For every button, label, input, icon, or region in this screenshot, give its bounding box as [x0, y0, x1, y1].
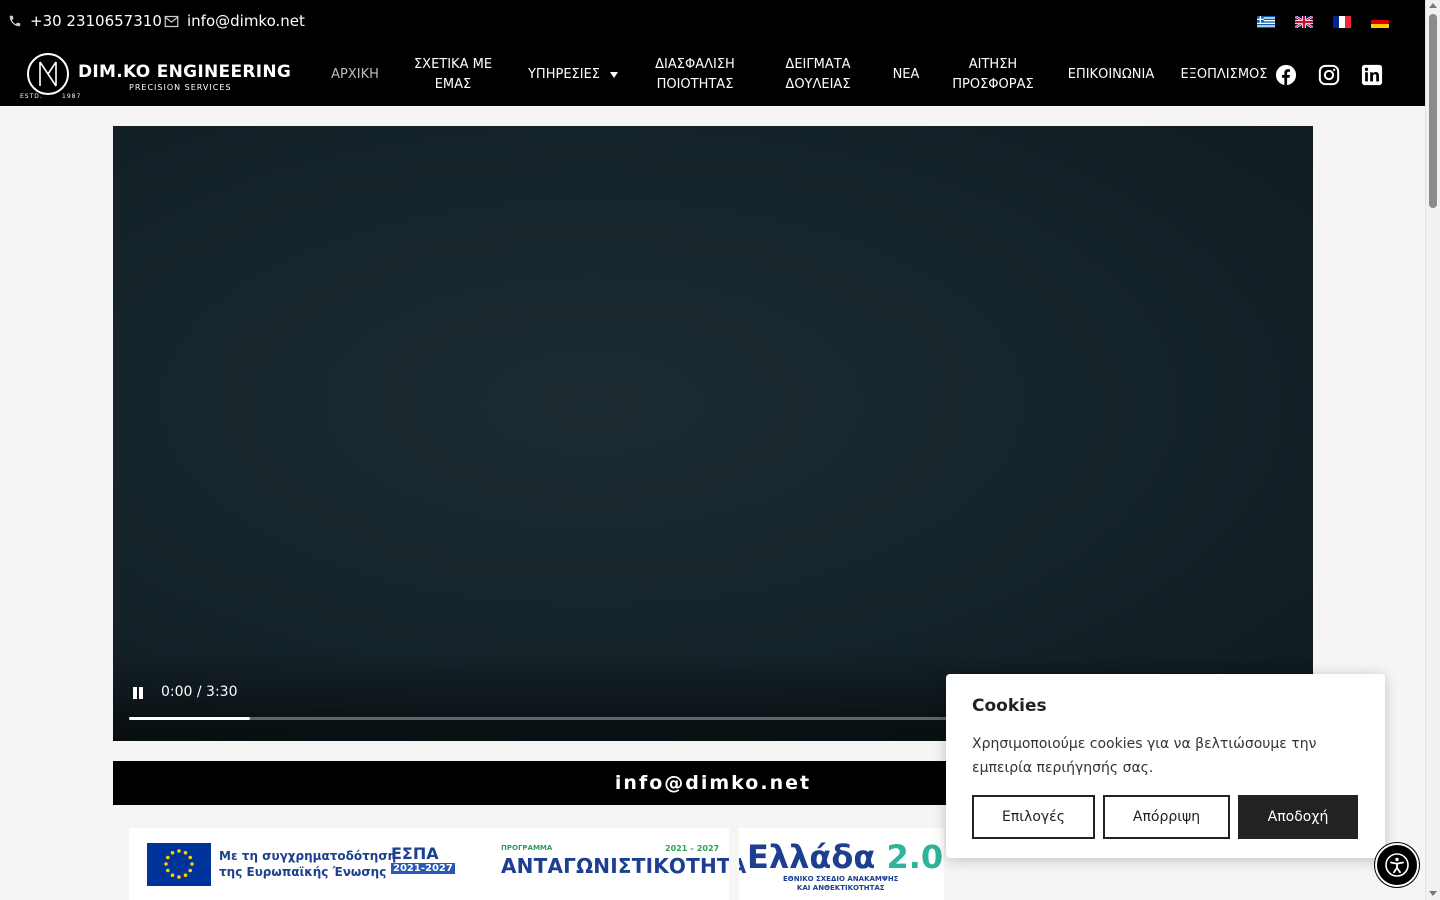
espa-title: ΕΣΠΑ	[391, 844, 439, 863]
cookie-reject-button[interactable]: Απόρριψη	[1103, 795, 1230, 839]
funding-banner: Με τη συγχρηματοδότηση της Ευρωπαϊκής Έν…	[129, 828, 944, 900]
facebook-icon[interactable]	[1275, 64, 1297, 86]
top-contact-bar: +30 2310657310 info@dimko.net	[0, 0, 1425, 44]
site-logo[interactable]: DIM.KO ENGINEERING PRECISION SERVICES ES…	[20, 50, 291, 100]
envelope-icon	[164, 15, 179, 27]
cookie-accept-button[interactable]: Αποδοχή	[1238, 795, 1358, 839]
page-scrollbar[interactable]	[1425, 0, 1440, 900]
video-progress-fill	[129, 717, 251, 720]
program-title: ΑΝΤΑΓΩΝΙΣΤΙΚΟΤΗΤΑ	[501, 854, 747, 878]
phone-number: +30 2310657310	[30, 12, 162, 30]
email-address: info@dimko.net	[187, 12, 305, 30]
flag-gr-icon[interactable]	[1257, 16, 1275, 28]
scroll-thumb[interactable]	[1429, 14, 1437, 208]
nav-item-home[interactable]: ΑΡΧΙΚΗ	[320, 44, 390, 106]
eu-cofunding-text: Με τη συγχρηματοδότηση της Ευρωπαϊκής Έν…	[219, 849, 397, 879]
email-link[interactable]: info@dimko.net	[164, 12, 305, 30]
instagram-icon[interactable]	[1318, 64, 1340, 86]
video-time: 0:00 / 3:30	[161, 684, 238, 700]
phone-link[interactable]: +30 2310657310	[8, 12, 162, 30]
ellada-logo-text: Ελλάδα 2.0	[747, 838, 944, 876]
cookie-title: Cookies	[972, 696, 1047, 716]
nav-item-news[interactable]: ΝΕΑ	[880, 44, 932, 106]
logo-year: 1987	[62, 93, 82, 100]
chevron-down-icon	[610, 72, 619, 78]
nav-item-quote[interactable]: ΑΙΤΗΣΗ ΠΡΟΣΦΟΡΑΣ	[940, 44, 1046, 106]
ellada-subtitle: ΕΘΝΙΚΟ ΣΧΕΔΙΟ ΑΝΑΚΑΜΨΗΣ ΚΑΙ ΑΝΘΕΚΤΙΚΟΤΗΤ…	[783, 875, 899, 892]
espa-years: 2021-2027	[391, 863, 455, 874]
cookie-message: Χρησιμοποιούμε cookies για να βελτιώσουμ…	[972, 736, 1317, 776]
nav-item-contact[interactable]: ΕΠΙΚΟΙΝΩΝΙΑ	[1060, 44, 1162, 106]
email-cta-text: info@dimko.net	[614, 772, 812, 794]
cookie-consent-dialog: Cookies Χρησιμοποιούμε cookies για να βε…	[946, 674, 1385, 858]
program-label: ΠΡΟΓΡΑΜΜΑ	[501, 844, 553, 852]
nav-item-services[interactable]: ΥΠΗΡΕΣΙΕΣ	[516, 44, 630, 106]
logo-mark-icon	[27, 53, 69, 95]
nav-item-samples[interactable]: ΔΕΙΓΜΑΤΑ ΔΟΥΛΕΙΑΣ	[770, 44, 866, 106]
flag-fr-icon[interactable]	[1333, 16, 1351, 28]
logo-estd: ESTD.	[20, 93, 43, 100]
logo-subtitle: PRECISION SERVICES	[129, 83, 232, 92]
eu-flag-icon	[147, 843, 211, 886]
flag-de-icon[interactable]	[1371, 16, 1389, 28]
accessibility-button[interactable]	[1375, 843, 1419, 887]
logo-title: DIM.KO ENGINEERING	[78, 62, 292, 82]
main-header: DIM.KO ENGINEERING PRECISION SERVICES ES…	[0, 44, 1425, 106]
pause-icon[interactable]	[131, 686, 145, 700]
nav-item-quality[interactable]: ΔΙΑΣΦΑΛΙΣΗ ΠΟΙΟΤΗΤΑΣ	[640, 44, 750, 106]
accessibility-icon	[1385, 853, 1409, 877]
linkedin-icon[interactable]	[1361, 64, 1383, 86]
nav-item-about[interactable]: ΣΧΕΤΙΚΑ ΜΕ ΕΜΑΣ	[404, 44, 502, 106]
banner-divider	[729, 828, 739, 900]
scroll-up-icon[interactable]	[1429, 3, 1437, 8]
scroll-down-icon[interactable]	[1429, 891, 1437, 896]
flag-en-icon[interactable]	[1295, 16, 1313, 28]
language-switcher	[1257, 16, 1389, 28]
hero-video-player[interactable]: 0:00 / 3:30	[113, 126, 1313, 741]
phone-icon	[9, 15, 21, 27]
nav-item-equipment[interactable]: ΕΞΟΠΛΙΣΜΟΣ	[1174, 44, 1274, 106]
program-years: 2021 – 2027	[665, 844, 720, 853]
cookie-options-button[interactable]: Επιλογές	[972, 795, 1095, 839]
